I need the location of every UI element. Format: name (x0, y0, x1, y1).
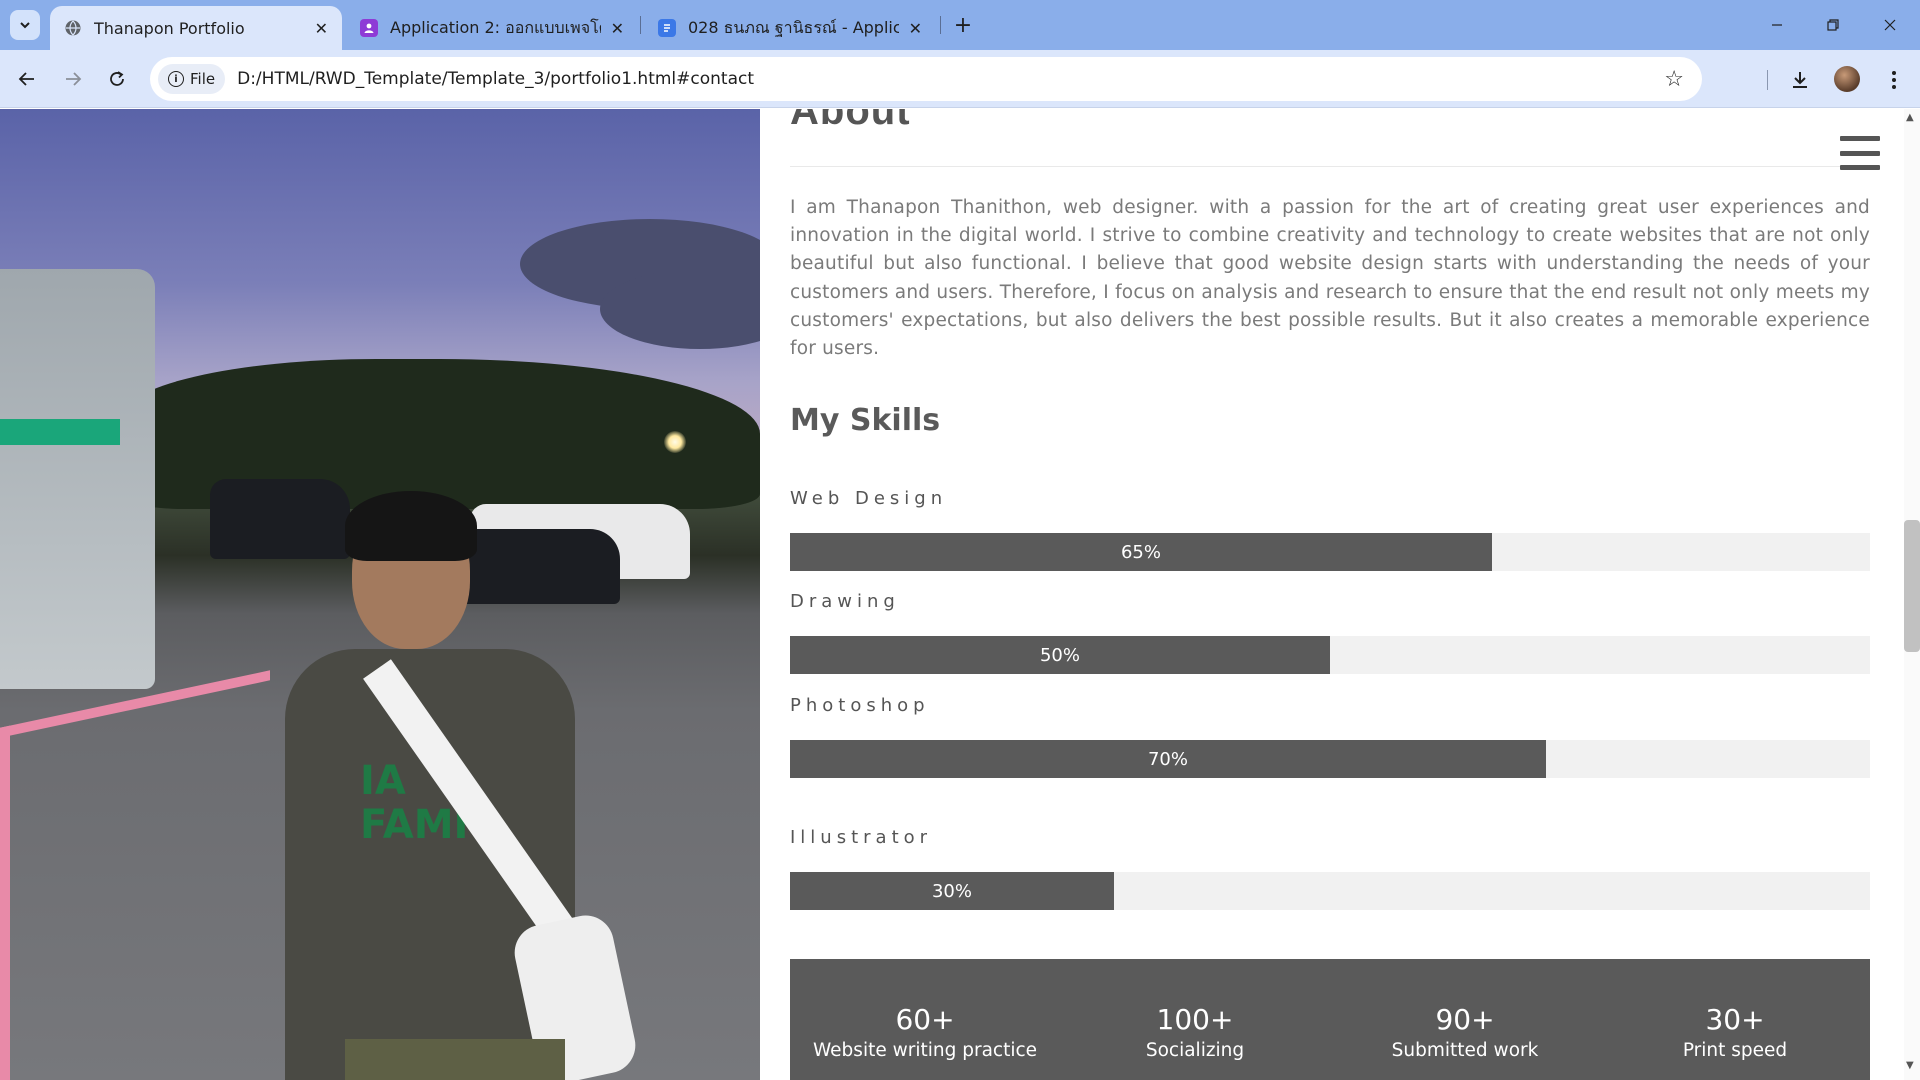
toolbar-divider (1767, 70, 1768, 90)
close-icon (1884, 19, 1896, 31)
minimize-button[interactable] (1757, 8, 1797, 42)
page-viewport: IA FAMI About I am Thanapon Thanithon, we… (0, 109, 1920, 1080)
back-button[interactable] (10, 62, 44, 96)
tab-search-button[interactable] (10, 10, 40, 40)
new-tab-button[interactable]: + (948, 10, 978, 40)
photo-bus (0, 269, 155, 689)
tab-028-application[interactable]: 028 ธนภณ ฐานิธรณ์ - Application ✕ (644, 6, 936, 50)
stat-item: 90+ Submitted work (1330, 959, 1600, 1080)
skill-bar-fill: 30% (790, 872, 1114, 910)
scrollbar-thumb[interactable] (1904, 520, 1920, 652)
photo-pants (345, 1039, 565, 1080)
tab-title: Application 2: ออกแบบเพจโดยประ (390, 17, 601, 37)
stat-number: 60+ (895, 1003, 955, 1036)
bookmark-star-icon[interactable]: ☆ (1664, 67, 1684, 92)
skill-label-drawing: Drawing (790, 591, 900, 612)
hamburger-menu-icon[interactable] (1840, 136, 1880, 170)
minimize-icon (1772, 24, 1782, 26)
scroll-up-arrow-icon[interactable]: ▲ (1906, 112, 1914, 123)
info-icon: i (168, 71, 184, 87)
site-chip-label: File (190, 70, 216, 88)
skill-bar-drawing: 50% (790, 636, 1870, 674)
stat-number: 100+ (1156, 1003, 1234, 1036)
globe-icon (64, 19, 82, 37)
arrow-right-icon (66, 72, 82, 86)
skill-bar-photoshop: 70% (790, 740, 1870, 778)
stat-item: 60+ Website writing practice (790, 959, 1060, 1080)
skill-label-web-design: Web Design (790, 488, 948, 509)
skills-title: My Skills (790, 403, 941, 438)
about-paragraph: I am Thanapon Thanithon, web designer. w… (790, 197, 1870, 360)
download-icon[interactable] (1784, 64, 1816, 96)
about-section: About I am Thanapon Thanithon, web desig… (790, 109, 1870, 1080)
tab-title: Thanapon Portfolio (94, 18, 245, 38)
stat-number: 90+ (1435, 1003, 1495, 1036)
portfolio-photo: IA FAMI (0, 109, 760, 1080)
stat-number: 30+ (1705, 1003, 1765, 1036)
photo-bus-stripe (0, 419, 120, 445)
stat-label: Print speed (1682, 1040, 1788, 1061)
about-title: About (790, 109, 911, 133)
site-info-chip[interactable]: i File (158, 64, 226, 94)
photo-person-hair (345, 491, 477, 561)
tab-application-2[interactable]: Application 2: ออกแบบเพจโดยประ ✕ (346, 6, 638, 50)
skill-label-photoshop: Photoshop (790, 695, 930, 716)
skill-label-illustrator: Illustrator (790, 827, 933, 848)
chevron-down-icon (20, 22, 30, 29)
person-icon (360, 19, 378, 37)
restore-icon (1827, 19, 1839, 31)
photo-lamp (664, 431, 686, 453)
profile-avatar[interactable] (1834, 66, 1860, 92)
stat-item: 30+ Print speed (1600, 959, 1870, 1080)
hamburger-line (1840, 165, 1880, 170)
close-icon[interactable]: ✕ (315, 19, 328, 38)
restore-button[interactable] (1813, 8, 1853, 42)
document-icon (658, 19, 676, 37)
tab-strip: Thanapon Portfolio ✕ Application 2: ออกแ… (0, 0, 1920, 50)
photo-car (210, 479, 350, 559)
hamburger-line (1840, 136, 1880, 141)
url-text[interactable]: D:/HTML/RWD_Template/Template_3/portfoli… (237, 69, 1664, 89)
stat-label: Submitted work (1391, 1040, 1539, 1061)
photo-fence (0, 670, 270, 1080)
tab-separator (640, 16, 641, 34)
tab-thanapon-portfolio[interactable]: Thanapon Portfolio ✕ (50, 6, 342, 50)
close-icon[interactable]: ✕ (909, 19, 922, 38)
reload-icon (110, 71, 124, 86)
skill-bar-web-design: 65% (790, 533, 1870, 571)
browser-toolbar: i File D:/HTML/RWD_Template/Template_3/p… (0, 50, 1920, 139)
more-menu-icon[interactable] (1878, 64, 1910, 96)
skill-bar-illustrator: 30% (790, 872, 1870, 910)
reload-button[interactable] (100, 62, 134, 96)
skill-bar-fill: 65% (790, 533, 1492, 571)
about-divider (790, 166, 1870, 167)
forward-button[interactable] (56, 62, 90, 96)
scroll-down-arrow-icon[interactable]: ▼ (1906, 1060, 1914, 1071)
hamburger-line (1840, 150, 1880, 156)
tab-title: 028 ธนภณ ฐานิธรณ์ - Application (688, 17, 899, 37)
skill-bar-fill: 50% (790, 636, 1330, 674)
stat-item: 100+ Socializing (1060, 959, 1330, 1080)
stat-label: Website writing practice (812, 1040, 1038, 1061)
arrow-left-icon (18, 72, 34, 86)
skill-bar-fill: 70% (790, 740, 1546, 778)
stats-banner: 60+ Website writing practice 100+ Social… (790, 959, 1870, 1080)
close-window-button[interactable] (1870, 8, 1910, 42)
close-icon[interactable]: ✕ (611, 19, 624, 38)
tab-separator (940, 16, 941, 34)
stat-label: Socializing (1145, 1040, 1245, 1061)
address-bar[interactable]: i File D:/HTML/RWD_Template/Template_3/p… (150, 57, 1702, 101)
